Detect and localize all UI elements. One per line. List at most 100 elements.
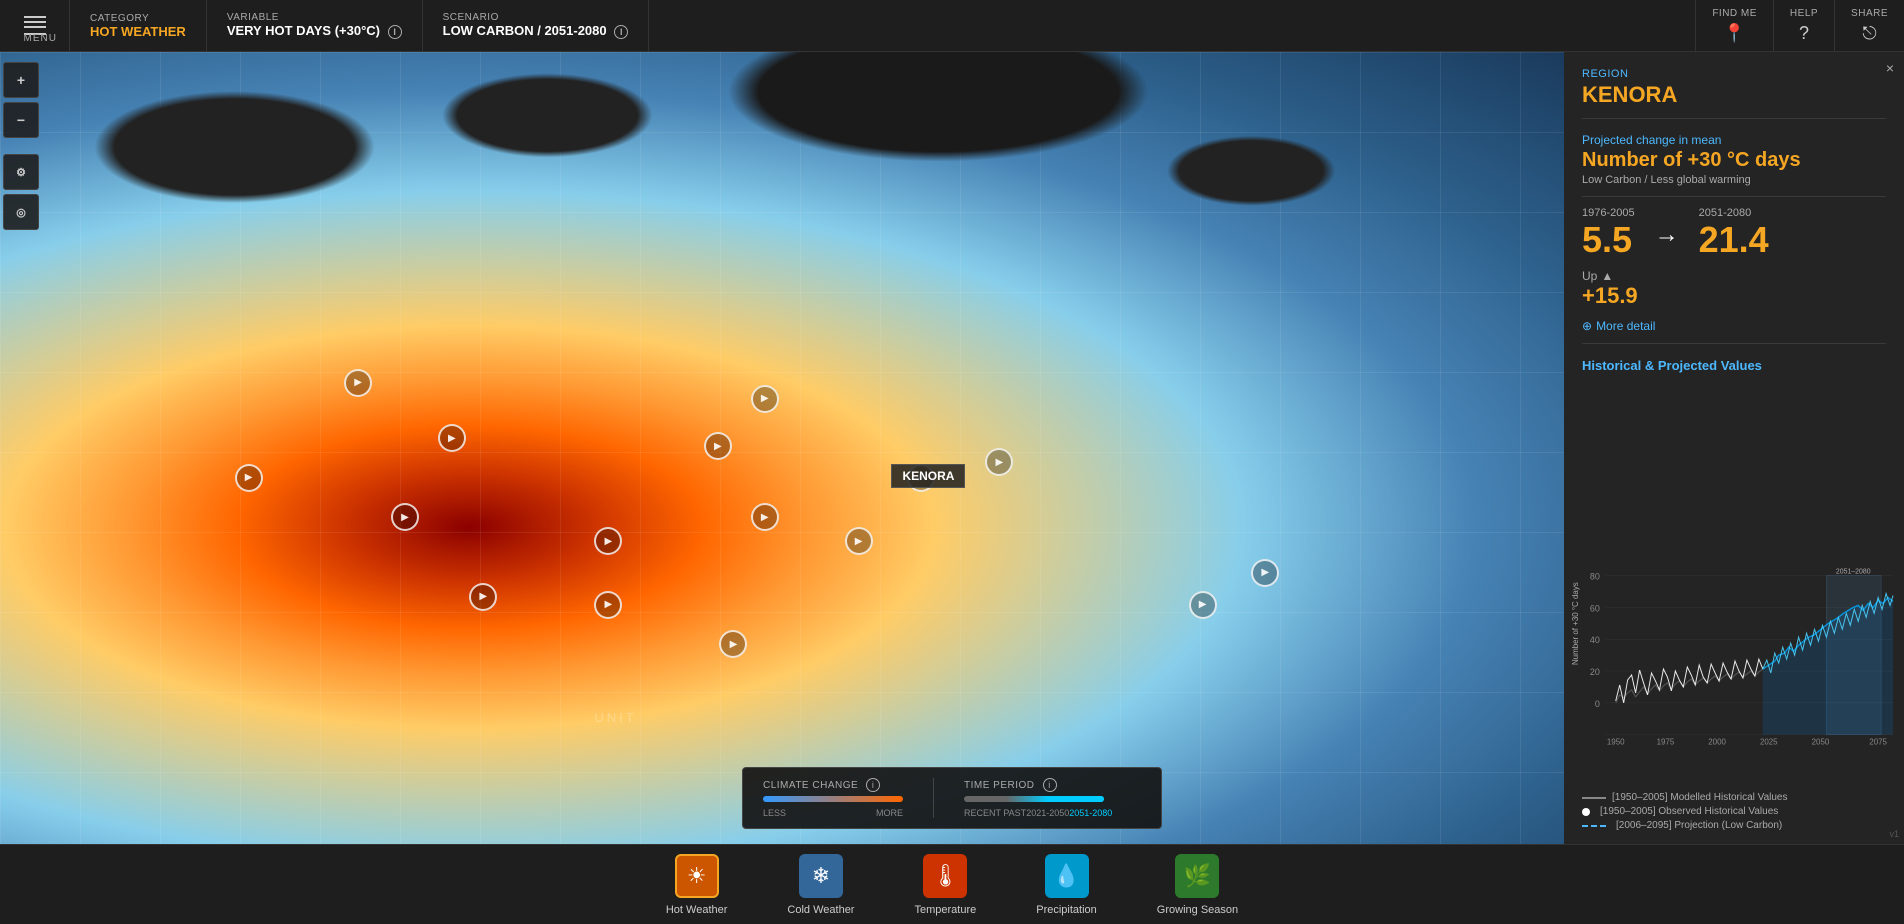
map-play-button[interactable]: ▶ xyxy=(469,583,497,611)
more-detail-button[interactable]: ⊕ More detail xyxy=(1582,319,1886,333)
menu-label: MENU xyxy=(24,33,46,35)
scenario-group: Scenario LOW CARBON / 2051-2080 i xyxy=(423,0,650,51)
cold-weather-label: Cold Weather xyxy=(787,904,854,916)
find-me-icon: 📍 xyxy=(1723,23,1745,44)
precipitation-icon: 💧 xyxy=(1053,863,1080,889)
map-play-button[interactable]: ▶ xyxy=(438,424,466,452)
map-play-button[interactable]: ▶ xyxy=(344,369,372,397)
layers-button[interactable]: ◎ xyxy=(3,194,39,230)
region-label: Region xyxy=(1582,68,1886,80)
climate-info-icon[interactable]: i xyxy=(866,778,880,792)
map-play-button[interactable]: ▶ xyxy=(845,527,873,555)
version-label: v1 xyxy=(1889,829,1899,839)
map-canvas: ▶ ▶ ▶ ▶ ▶ ▶ ▶ ▶ ▶ ▶ ▶ ▶ ▶ ▶ ▶ ▶ KENORA U… xyxy=(0,52,1564,844)
map-play-button[interactable]: ▶ xyxy=(594,591,622,619)
svg-text:40: 40 xyxy=(1590,635,1600,645)
map-play-button[interactable]: ▶ xyxy=(1251,559,1279,587)
variable-info-icon[interactable]: i xyxy=(388,25,402,39)
share-icon: ⎋ xyxy=(1862,23,1876,44)
controls-bar: CLIMATE CHANGE i LESS MORE TIME PERIOD i… xyxy=(742,767,1162,829)
svg-text:2000: 2000 xyxy=(1708,738,1726,747)
up-label: Up ▲ xyxy=(1582,269,1886,283)
map-play-button[interactable]: ▶ xyxy=(235,464,263,492)
panel-divider-3 xyxy=(1582,343,1886,344)
legend-projected: [2006–2095] Projection (Low Carbon) xyxy=(1582,820,1886,831)
chart-area: 80 60 40 20 0 Number of +30 °C days 1950… xyxy=(1564,565,1904,844)
map-play-button[interactable]: ▶ xyxy=(1189,591,1217,619)
variable-group: Variable VERY HOT DAYS (+30°C) i xyxy=(207,0,423,51)
svg-text:1950: 1950 xyxy=(1607,738,1625,747)
variable-sub: Variable xyxy=(227,12,402,23)
svg-text:2050: 2050 xyxy=(1812,738,1830,747)
menu-button[interactable]: MENU xyxy=(0,0,70,52)
time-info-icon[interactable]: i xyxy=(1043,778,1057,792)
legend-modelled-label: [1950–2005] Modelled Historical Values xyxy=(1612,792,1787,803)
topbar-actions: FIND ME 📍 HELP ? SHARE ⎋ xyxy=(1695,0,1904,52)
precipitation-label: Precipitation xyxy=(1036,904,1097,916)
chart-legend: [1950–2005] Modelled Historical Values [… xyxy=(1570,790,1898,836)
value-from-group: 1976-2005 5.5 xyxy=(1582,207,1635,261)
growing-season-icon-wrap: 🌿 xyxy=(1175,854,1219,898)
map-play-button[interactable]: ▶ xyxy=(751,503,779,531)
category-precipitation[interactable]: 💧 Precipitation xyxy=(1006,846,1127,924)
close-panel-button[interactable]: × xyxy=(1886,60,1894,76)
svg-text:2025: 2025 xyxy=(1760,738,1778,747)
category-cold-weather[interactable]: ❄ Cold Weather xyxy=(757,846,884,924)
temperature-icon-wrap: 🌡 xyxy=(923,854,967,898)
category-group: Category HOT WEATHER xyxy=(70,0,207,51)
legend-projected-label: [2006–2095] Projection (Low Carbon) xyxy=(1616,820,1782,831)
bottom-bar: ☀ Hot Weather ❄ Cold Weather 🌡 Temperatu… xyxy=(0,844,1904,924)
find-me-button[interactable]: FIND ME 📍 xyxy=(1695,0,1773,52)
variable-value[interactable]: VERY HOT DAYS (+30°C) i xyxy=(227,23,402,39)
svg-text:1975: 1975 xyxy=(1657,738,1675,747)
controls-divider xyxy=(933,778,934,818)
time-slider[interactable] xyxy=(964,796,1104,802)
panel-content: Region KENORA Projected change in mean N… xyxy=(1564,52,1904,565)
help-icon: ? xyxy=(1799,23,1809,44)
left-tools: + − ⚙ ◎ xyxy=(0,52,42,230)
projected-line xyxy=(1582,825,1606,827)
land-overlay xyxy=(0,52,1564,844)
category-temperature[interactable]: 🌡 Temperature xyxy=(884,846,1006,924)
svg-text:20: 20 xyxy=(1590,667,1600,677)
svg-text:2075: 2075 xyxy=(1869,738,1887,747)
map-area[interactable]: ▶ ▶ ▶ ▶ ▶ ▶ ▶ ▶ ▶ ▶ ▶ ▶ ▶ ▶ ▶ ▶ KENORA U… xyxy=(0,52,1564,844)
panel-divider-2 xyxy=(1582,196,1886,197)
category-growing-season[interactable]: 🌿 Growing Season xyxy=(1127,846,1268,924)
legend-observed: [1950–2005] Observed Historical Values xyxy=(1582,806,1886,817)
metric-name: Number of +30 °C days xyxy=(1582,149,1886,172)
cold-weather-icon: ❄ xyxy=(812,863,830,889)
scenario-label: Low Carbon / Less global warming xyxy=(1582,174,1886,186)
category-hot-weather[interactable]: ☀ Hot Weather xyxy=(636,846,758,924)
help-button[interactable]: HELP ? xyxy=(1773,0,1834,52)
zoom-in-button[interactable]: + xyxy=(3,62,39,98)
climate-slider[interactable] xyxy=(763,796,903,802)
arrow-icon: → xyxy=(1655,221,1679,249)
category-sub: Category xyxy=(90,13,186,24)
category-value[interactable]: HOT WEATHER xyxy=(90,24,186,39)
observed-dot xyxy=(1582,808,1590,816)
svg-text:2051–2080: 2051–2080 xyxy=(1836,569,1871,576)
region-name: KENORA xyxy=(1582,82,1886,108)
temperature-label: Temperature xyxy=(914,904,976,916)
map-play-button[interactable]: ▶ xyxy=(751,385,779,413)
scenario-info-icon[interactable]: i xyxy=(614,25,628,39)
climate-change-group: CLIMATE CHANGE i LESS MORE xyxy=(763,778,903,818)
time-period-group: TIME PERIOD i RECENT PAST 2021-2050 2051… xyxy=(964,778,1112,818)
year-to: 2051-2080 xyxy=(1699,207,1769,219)
hist-title: Historical & Projected Values xyxy=(1582,358,1886,373)
growing-season-label: Growing Season xyxy=(1157,904,1238,916)
map-play-button[interactable]: ▶ xyxy=(704,432,732,460)
growing-season-icon: 🌿 xyxy=(1184,863,1211,889)
map-play-button[interactable]: ▶ xyxy=(907,464,935,492)
share-button[interactable]: SHARE ⎋ xyxy=(1834,0,1904,52)
value-from: 5.5 xyxy=(1582,219,1635,261)
chart-svg: 80 60 40 20 0 Number of +30 °C days 1950… xyxy=(1570,565,1898,785)
svg-text:60: 60 xyxy=(1590,603,1600,613)
time-label: TIME PERIOD i xyxy=(964,778,1112,792)
scenario-value[interactable]: LOW CARBON / 2051-2080 i xyxy=(443,23,629,39)
change-value: +15.9 xyxy=(1582,283,1886,309)
settings-button[interactable]: ⚙ xyxy=(3,154,39,190)
cold-weather-icon-wrap: ❄ xyxy=(799,854,843,898)
zoom-out-button[interactable]: − xyxy=(3,102,39,138)
